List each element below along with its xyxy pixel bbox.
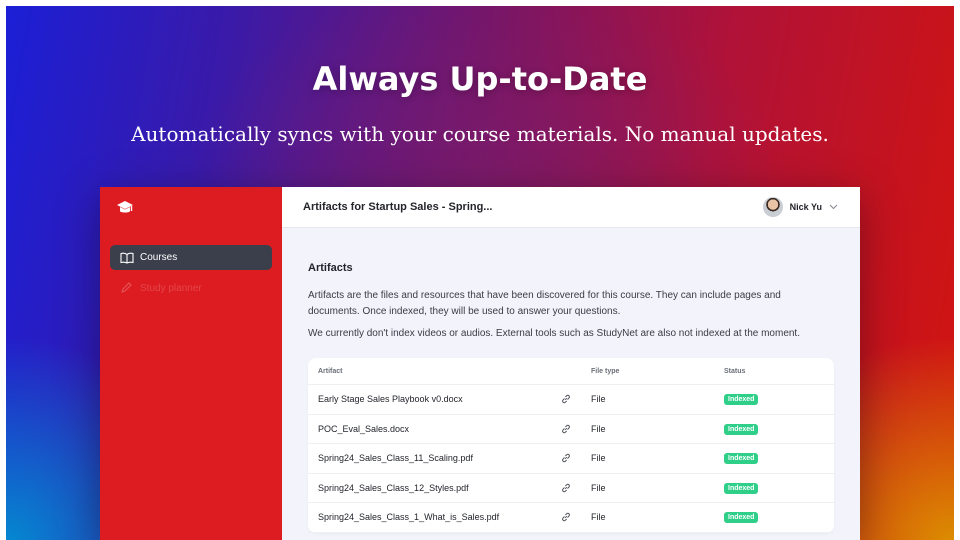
- section-title: Artifacts: [308, 262, 353, 274]
- sidebar-item-label: Courses: [140, 252, 178, 263]
- chevron-down-icon: [829, 204, 838, 210]
- artifacts-section: Artifacts Artifacts are the files and re…: [282, 262, 860, 533]
- table-row[interactable]: Spring24_Sales_Class_12_Styles.pdf File …: [308, 474, 834, 503]
- sidebar-item-label: Study planner: [140, 282, 202, 294]
- link-icon[interactable]: [550, 424, 582, 434]
- edit-icon: [120, 282, 134, 294]
- user-menu[interactable]: Nick Yu: [762, 197, 838, 217]
- section-note: We currently don't index videos or audio…: [308, 328, 800, 339]
- status-badge: Indexed: [724, 394, 759, 406]
- sidebar-item-courses[interactable]: Courses: [110, 245, 272, 270]
- top-bar: Artifacts for Startup Sales - Spring... …: [282, 187, 860, 228]
- status-badge: Indexed: [724, 482, 759, 494]
- user-name: Nick Yu: [789, 202, 822, 212]
- artifacts-table: Artifact File type Status Early Stage Sa…: [308, 358, 834, 533]
- table-row[interactable]: Early Stage Sales Playbook v0.docx File …: [308, 385, 834, 415]
- page-title: Artifacts for Startup Sales - Spring...: [303, 201, 493, 213]
- table-row[interactable]: POC_Eval_Sales.docx File Indexed: [308, 415, 834, 444]
- status-badge: Indexed: [724, 423, 759, 435]
- link-icon[interactable]: [550, 394, 582, 404]
- link-icon[interactable]: [550, 512, 582, 522]
- hero-subline: Automatically syncs with your course mat…: [131, 122, 829, 146]
- sidebar: Courses Study planner: [100, 187, 282, 540]
- link-icon[interactable]: [550, 453, 582, 463]
- main-panel: Artifacts for Startup Sales - Spring... …: [282, 187, 860, 540]
- sidebar-item-study-planner[interactable]: Study planner: [110, 277, 272, 299]
- artifact-name: POC_Eval_Sales.docx: [318, 423, 410, 434]
- column-header-file-type: File type: [591, 367, 620, 375]
- artifact-name: Spring24_Sales_Class_11_Scaling.pdf: [318, 453, 473, 464]
- graduation-cap-icon[interactable]: [116, 199, 134, 217]
- section-description: Artifacts are the files and resources th…: [308, 290, 781, 317]
- status-badge: Indexed: [724, 512, 759, 524]
- table-header: Artifact File type Status: [308, 358, 834, 385]
- avatar: [762, 197, 783, 217]
- table-row[interactable]: Spring24_Sales_Class_1_What_is_Sales.pdf…: [308, 503, 834, 533]
- file-type: File: [591, 453, 606, 464]
- column-header-status: Status: [724, 367, 746, 375]
- file-type: File: [591, 482, 606, 493]
- file-type: File: [591, 394, 606, 405]
- hero-headline: Always Up-to-Date: [312, 60, 648, 98]
- artifact-name: Spring24_Sales_Class_1_What_is_Sales.pdf: [318, 512, 500, 523]
- book-icon: [120, 252, 134, 264]
- status-badge: Indexed: [724, 453, 759, 465]
- artifact-name: Spring24_Sales_Class_12_Styles.pdf: [318, 482, 469, 493]
- app-window: Courses Study planner Artifacts for Star…: [100, 187, 860, 540]
- column-header-artifact: Artifact: [318, 367, 343, 375]
- file-type: File: [591, 423, 606, 434]
- artifact-name: Early Stage Sales Playbook v0.docx: [318, 394, 463, 405]
- link-icon[interactable]: [550, 483, 582, 493]
- table-row[interactable]: Spring24_Sales_Class_11_Scaling.pdf File…: [308, 444, 834, 474]
- file-type: File: [591, 512, 606, 523]
